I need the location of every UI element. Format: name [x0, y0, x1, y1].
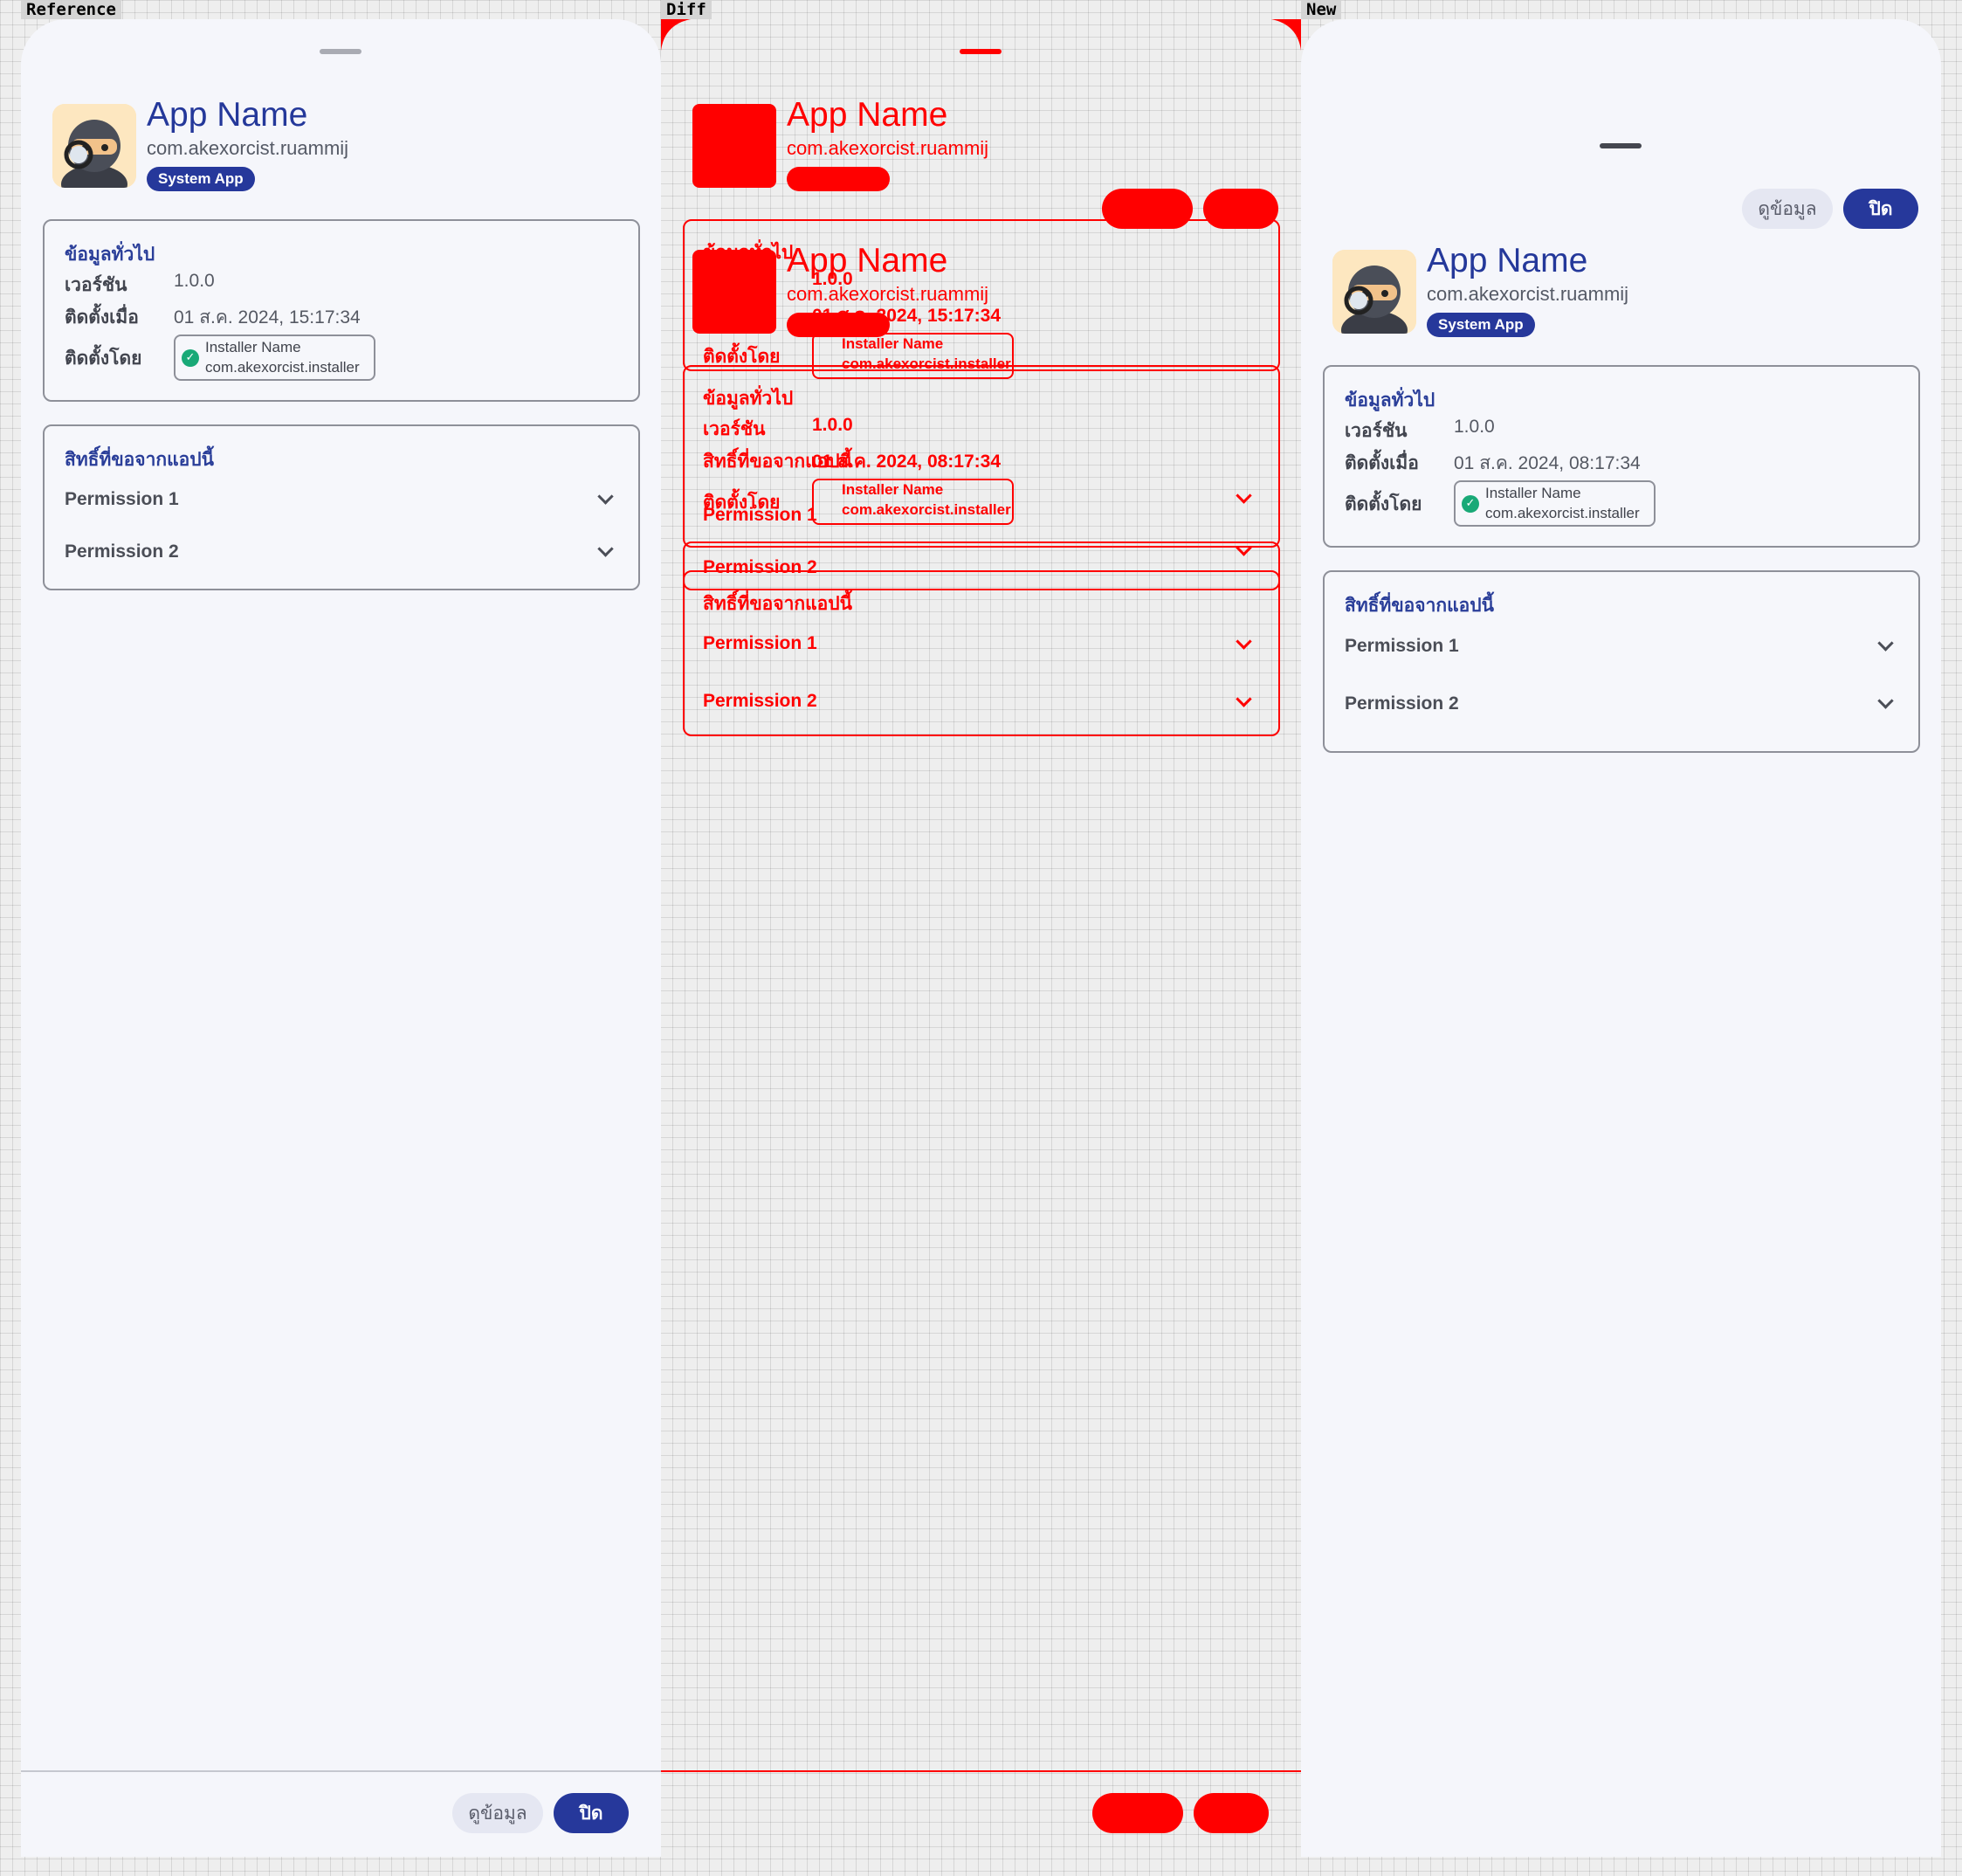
- bottom-sheet: ดูข้อมูล ปิด App Name com.akexorcist.rua…: [1301, 19, 1941, 1857]
- diff-version-value: 1.0.0: [812, 415, 853, 435]
- panel-title-reference: Reference: [21, 0, 121, 19]
- close-button[interactable]: ปิด: [1843, 189, 1918, 229]
- permissions-card: สิทธิ์ที่ขอจากแอปนี้ Permission 1 Permis…: [1323, 570, 1920, 753]
- installer-name: Installer Name: [1485, 485, 1581, 501]
- diff-permission-label: Permission 1: [703, 505, 817, 525]
- diff-general-title: ข้อมูลทั่วไป: [703, 388, 794, 409]
- app-package: com.akexorcist.ruammij: [147, 137, 349, 159]
- permission-row[interactable]: Permission 1: [45, 480, 638, 524]
- app-name: App Name: [147, 96, 308, 134]
- diff-general-title: ข้อมูลทั่วไป: [703, 242, 794, 263]
- installer-name: Installer Name: [205, 339, 301, 355]
- diff-installed-value: 01 ส.ค. 2024, 15:17:34: [812, 306, 1002, 326]
- installer-package: com.akexorcist.installer: [1485, 505, 1640, 521]
- diff-permission-label: Permission 2: [703, 691, 817, 711]
- diff-app-icon: [692, 104, 776, 188]
- diff-installer-chip: Installer Name com.akexorcist.installer: [812, 333, 1014, 379]
- permission-label: Permission 1: [65, 489, 179, 509]
- installer-chip[interactable]: ✓ Installer Name com.akexorcist.installe…: [1454, 480, 1656, 527]
- diff-installer-package: com.akexorcist.installer: [842, 501, 1011, 518]
- diff-close-button: [1194, 1793, 1269, 1833]
- system-app-badge: System App: [1427, 313, 1535, 337]
- version-value: 1.0.0: [1454, 417, 1495, 437]
- chevron-down-icon[interactable]: [597, 541, 614, 557]
- close-button[interactable]: ปิด: [554, 1793, 629, 1833]
- chevron-down-icon[interactable]: [1877, 693, 1894, 709]
- general-info-card: ข้อมูลทั่วไป เวอร์ชัน 1.0.0 ติดตั้งเมื่อ…: [43, 219, 640, 402]
- permission-row[interactable]: Permission 2: [45, 533, 638, 576]
- version-label: เวอร์ชัน: [1345, 420, 1408, 441]
- installed-date-value: 01 ส.ค. 2024, 08:17:34: [1454, 453, 1641, 473]
- panel-title-new: New: [1301, 0, 1342, 19]
- permission-label: Permission 2: [65, 541, 179, 562]
- chevron-down-icon[interactable]: [1877, 635, 1894, 652]
- system-app-badge: System App: [147, 167, 255, 191]
- check-circle-icon: ✓: [1462, 495, 1479, 513]
- diff-system-badge: [787, 167, 890, 191]
- diff-panel: App Name com.akexorcist.ruammij App Name…: [661, 19, 1301, 1857]
- diff-app-name: App Name: [787, 96, 948, 134]
- diff-installed-value: 01 ส.ค. 2024, 08:17:34: [812, 452, 1002, 472]
- ninja-detective-icon: [1332, 250, 1416, 334]
- diff-installer-name: Installer Name: [842, 481, 944, 498]
- ninja-detective-icon: [52, 104, 136, 188]
- diff-version-label: เวอร์ชัน: [703, 418, 766, 439]
- permissions-title: สิทธิ์ที่ขอจากแอปนี้: [1345, 595, 1494, 616]
- diff-app-package: com.akexorcist.ruammij: [787, 137, 989, 159]
- check-circle-icon: ✓: [182, 349, 199, 367]
- version-value: 1.0.0: [174, 271, 215, 291]
- new-panel: ดูข้อมูล ปิด App Name com.akexorcist.rua…: [1301, 19, 1941, 1857]
- installed-date-label: ติดตั้งเมื่อ: [1345, 452, 1419, 473]
- general-info-title: ข้อมูลทั่วไป: [65, 244, 155, 265]
- panel-title-diff: Diff: [661, 0, 712, 19]
- installed-by-label: ติดตั้งโดย: [65, 348, 142, 369]
- diff-installed-by-label: ติดตั้งโดย: [703, 346, 781, 367]
- diff-installer-name: Installer Name: [842, 335, 944, 352]
- installer-chip[interactable]: ✓ Installer Name com.akexorcist.installe…: [174, 335, 375, 381]
- bottom-sheet: App Name com.akexorcist.ruammij System A…: [21, 19, 661, 1857]
- details-button[interactable]: ดูข้อมูล: [1742, 189, 1833, 229]
- installed-date-value: 01 ส.ค. 2024, 15:17:34: [174, 307, 361, 328]
- chevron-down-icon[interactable]: [597, 488, 614, 505]
- installed-by-label: ติดตั้งโดย: [1345, 493, 1422, 514]
- installed-date-label: ติดตั้งเมื่อ: [65, 307, 139, 328]
- installer-package: com.akexorcist.installer: [205, 359, 360, 376]
- general-info-title: ข้อมูลทั่วไป: [1345, 390, 1435, 410]
- diff-footer-divider: [661, 1770, 1301, 1772]
- permission-label: Permission 1: [1345, 636, 1459, 656]
- details-button[interactable]: ดูข้อมูล: [452, 1793, 543, 1833]
- app-package: com.akexorcist.ruammij: [1427, 283, 1629, 305]
- diff-installer-chip: Installer Name com.akexorcist.installer: [812, 479, 1014, 525]
- version-label: เวอร์ชัน: [65, 274, 127, 295]
- general-info-card: ข้อมูลทั่วไป เวอร์ชัน 1.0.0 ติดตั้งเมื่อ…: [1323, 365, 1920, 548]
- diff-details-button: [1092, 1793, 1183, 1833]
- permission-label: Permission 2: [1345, 693, 1459, 714]
- footer-divider: [21, 1770, 661, 1772]
- diff-permission-label: Permission 1: [703, 633, 817, 653]
- permissions-title: สิทธิ์ที่ขอจากแอปนี้: [65, 449, 214, 470]
- permission-row[interactable]: Permission 2: [1325, 685, 1918, 728]
- diff-permissions-title: สิทธิ์ที่ขอจากแอปนี้: [703, 593, 852, 614]
- reference-panel: App Name com.akexorcist.ruammij System A…: [21, 19, 661, 1857]
- app-name: App Name: [1427, 242, 1588, 279]
- permissions-card: สิทธิ์ที่ขอจากแอปนี้ Permission 1 Permis…: [43, 424, 640, 590]
- diff-installer-package: com.akexorcist.installer: [842, 355, 1011, 372]
- drag-handle[interactable]: [1600, 143, 1642, 148]
- diff-drag-handle: [960, 49, 1002, 54]
- drag-handle[interactable]: [320, 49, 361, 54]
- permission-row[interactable]: Permission 1: [1325, 627, 1918, 671]
- diff-version-value: 1.0.0: [812, 269, 853, 289]
